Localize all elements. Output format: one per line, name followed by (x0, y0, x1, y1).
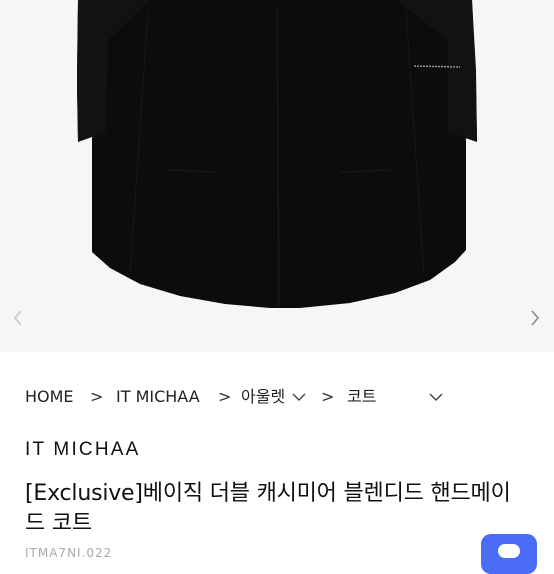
chat-button[interactable] (481, 534, 537, 574)
product-code: ITMA7NI.022 (25, 546, 113, 560)
product-image-gallery[interactable] (0, 0, 554, 352)
product-title: [Exclusive]베이직 더블 캐시미어 블렌디드 핸드메이드 코트 (25, 481, 511, 536)
breadcrumb-separator: > (90, 387, 104, 406)
chevron-left-icon (13, 310, 22, 326)
product-brand[interactable]: IT MICHAA (25, 438, 141, 462)
chevron-down-icon[interactable] (428, 392, 444, 402)
breadcrumb: HOME > IT MICHAA > 아울렛 > 코트 (25, 384, 545, 410)
breadcrumb-subcategory-link[interactable]: 코트 (347, 384, 376, 410)
chat-bubble-icon (498, 544, 520, 558)
breadcrumb-home-link[interactable]: HOME (25, 384, 74, 410)
breadcrumb-brand-link[interactable]: IT MICHAA (116, 384, 200, 410)
gallery-prev-button[interactable] (8, 306, 28, 330)
breadcrumb-separator: > (321, 387, 335, 406)
product-image-coat (77, 0, 477, 308)
chevron-down-icon[interactable] (291, 392, 307, 402)
breadcrumb-category-link[interactable]: 아울렛 (241, 384, 285, 410)
breadcrumb-separator: > (218, 387, 232, 406)
chevron-right-icon (531, 310, 540, 326)
gallery-next-button[interactable] (525, 306, 545, 330)
